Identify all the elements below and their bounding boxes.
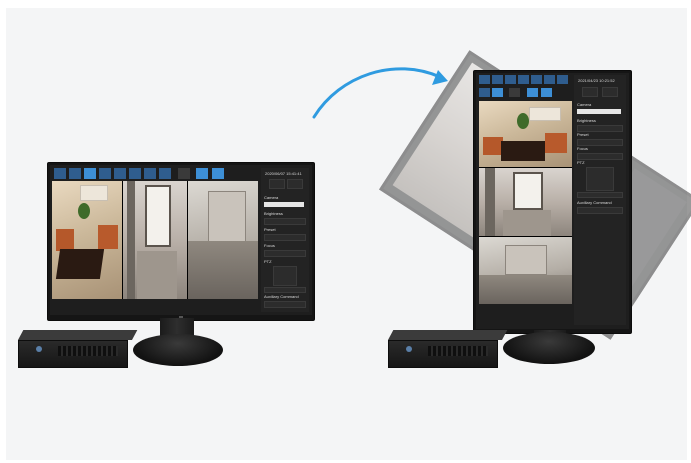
landscape-toolbar — [52, 168, 260, 180]
camera-feed-office — [52, 181, 122, 299]
camera-feed-corridor — [123, 181, 187, 299]
landscape-clock: 2020/06/07 15:41:41 — [265, 171, 302, 176]
mini-pc-left — [18, 330, 138, 368]
label-preset: Preset — [577, 132, 589, 137]
portrait-stand-base — [503, 332, 595, 364]
label-ptz: PTZ — [264, 259, 272, 264]
portrait-clock: 2021/04/23 10:21:52 — [578, 78, 615, 83]
landscape-feeds — [52, 181, 258, 299]
portrait-control-panel: 2021/04/23 10:21:52 Camera Brightness Pr… — [574, 75, 626, 325]
label-camera: Camera — [264, 195, 279, 200]
camera-feed-lobby — [188, 181, 258, 299]
label-brightness: Brightness — [264, 211, 283, 216]
label-camera: Camera — [577, 102, 592, 107]
camera-feed-office — [479, 101, 572, 167]
portrait-monitor: 2021/04/23 10:21:52 Camera Brightness Pr… — [473, 70, 632, 334]
label-aux-command: Auxiliary Command — [577, 200, 612, 205]
label-ptz: PTZ — [577, 160, 585, 165]
label-preset: Preset — [264, 227, 276, 232]
label-focus: Focus — [264, 243, 275, 248]
camera-select[interactable] — [264, 202, 304, 207]
camera-feed-corridor — [479, 168, 572, 236]
label-brightness: Brightness — [577, 118, 596, 123]
portrait-screen: 2021/04/23 10:21:52 Camera Brightness Pr… — [476, 73, 629, 329]
portrait-feeds — [479, 101, 572, 304]
landscape-screen: 2020/06/07 15:41:41 Camera Brightness Pr… — [50, 165, 312, 315]
landscape-stand-base — [133, 334, 223, 366]
camera-feed-lobby — [479, 237, 572, 304]
label-aux-command: Auxiliary Command — [264, 294, 299, 299]
camera-select[interactable] — [577, 109, 621, 114]
label-focus: Focus — [577, 146, 588, 151]
landscape-control-panel: 2020/06/07 15:41:41 Camera Brightness Pr… — [261, 168, 309, 312]
portrait-toolbar — [479, 75, 575, 99]
landscape-monitor: 2020/06/07 15:41:41 Camera Brightness Pr… — [47, 162, 315, 321]
mini-pc-right — [388, 330, 508, 368]
